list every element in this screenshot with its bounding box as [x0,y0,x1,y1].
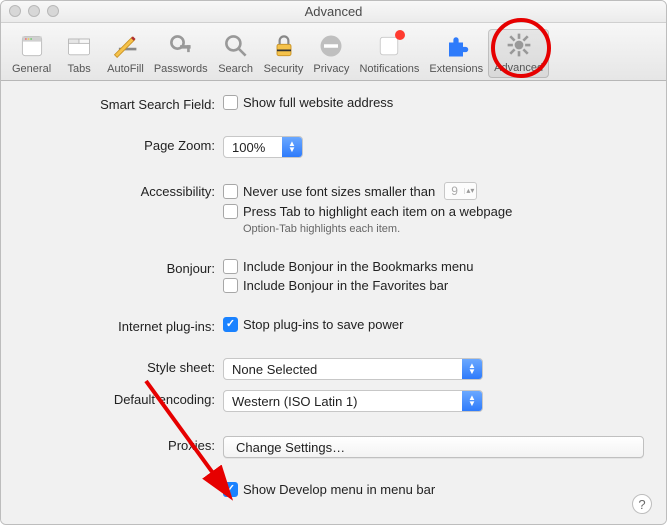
checkbox-stop-plugins[interactable] [223,317,238,332]
search-icon [221,31,251,61]
stylesheet-value: None Selected [224,362,462,377]
minimize-icon[interactable] [28,5,40,17]
change-settings-button-label: Change Settings… [236,440,345,455]
pagezoom-label: Page Zoom: [23,136,223,153]
tab-passwords-label: Passwords [154,63,208,75]
tab-general[interactable]: General [7,31,56,78]
encoding-label: Default encoding: [23,390,223,407]
encoding-value: Western (ISO Latin 1) [224,394,462,409]
checkbox-bonjour-bookmarks-label: Include Bonjour in the Bookmarks menu [243,259,474,274]
checkbox-tab-highlight[interactable] [223,204,238,219]
chevron-updown-icon: ▲▼ [282,137,302,157]
checkbox-develop-menu-label: Show Develop menu in menu bar [243,482,435,497]
window-controls[interactable] [9,5,59,17]
checkbox-min-font-label: Never use font sizes smaller than [243,184,435,199]
tab-passwords[interactable]: Passwords [149,31,213,78]
accessibility-label: Accessibility: [23,182,223,199]
chevron-updown-icon: ▲▼ [462,391,482,411]
security-icon [269,31,299,61]
checkbox-show-full-address-label: Show full website address [243,95,393,110]
general-icon [17,31,47,61]
tab-notifications[interactable]: Notifications [354,31,424,78]
smartsearch-label: Smart Search Field: [23,95,223,112]
content-pane: Smart Search Field: Show full website ad… [1,81,666,524]
tabs-icon [64,31,94,61]
pagezoom-popup[interactable]: 100% ▲▼ [223,136,303,158]
stylesheet-label: Style sheet: [23,358,223,375]
pagezoom-value: 100% [224,140,282,155]
tab-search-label: Search [218,63,253,75]
tab-notifications-label: Notifications [359,63,419,75]
checkbox-bonjour-bookmarks[interactable] [223,259,238,274]
proxies-label: Proxies: [23,436,223,453]
tab-autofill[interactable]: AutoFill [102,31,149,78]
min-font-value: 9 [445,184,464,198]
checkbox-stop-plugins-label: Stop plug-ins to save power [243,317,403,332]
preferences-toolbar: General Tabs AutoFill Passwords [1,23,666,81]
tab-extensions[interactable]: Extensions [424,31,488,78]
checkbox-min-font[interactable] [223,184,238,199]
tab-search[interactable]: Search [213,31,259,78]
checkbox-develop-menu[interactable] [223,482,238,497]
titlebar[interactable]: Advanced [1,1,666,23]
tab-privacy-label: Privacy [313,63,349,75]
close-icon[interactable] [9,5,21,17]
bonjour-label: Bonjour: [23,259,223,276]
checkbox-show-full-address[interactable] [223,95,238,110]
tab-security[interactable]: Security [259,31,309,78]
tab-tabs-label: Tabs [68,63,91,75]
autofill-icon [110,31,140,61]
stepper-arrows-icon: ▴▾ [464,188,476,194]
change-settings-button[interactable]: Change Settings… [223,436,644,458]
window-title: Advanced [305,4,363,19]
plugins-label: Internet plug-ins: [23,317,223,334]
min-font-stepper[interactable]: 9 ▴▾ [444,182,477,200]
zoom-icon[interactable] [47,5,59,17]
checkbox-tab-highlight-label: Press Tab to highlight each item on a we… [243,204,512,219]
help-icon: ? [638,497,645,512]
advanced-icon [504,30,534,60]
tab-security-label: Security [264,63,304,75]
checkbox-bonjour-favorites[interactable] [223,278,238,293]
checkbox-bonjour-favorites-label: Include Bonjour in the Favorites bar [243,278,448,293]
tab-extensions-label: Extensions [429,63,483,75]
privacy-icon [316,31,346,61]
accessibility-hint: Option-Tab highlights each item. [243,223,644,235]
help-button[interactable]: ? [632,494,652,514]
tab-autofill-label: AutoFill [107,63,144,75]
tab-advanced-label: Advanced [494,62,543,74]
tab-privacy[interactable]: Privacy [308,31,354,78]
notifications-icon [374,31,404,61]
tab-advanced[interactable]: Advanced [488,29,549,78]
passwords-icon [166,31,196,61]
tab-tabs[interactable]: Tabs [56,31,102,78]
encoding-popup[interactable]: Western (ISO Latin 1) ▲▼ [223,390,483,412]
tab-general-label: General [12,63,51,75]
stylesheet-popup[interactable]: None Selected ▲▼ [223,358,483,380]
chevron-updown-icon: ▲▼ [462,359,482,379]
extensions-icon [441,31,471,61]
